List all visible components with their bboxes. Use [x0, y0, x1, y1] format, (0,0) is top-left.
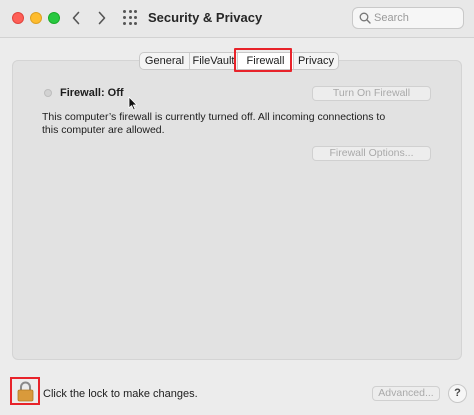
lock-icon	[17, 381, 34, 402]
mouse-cursor-icon	[128, 96, 138, 111]
minimize-window-button[interactable]	[30, 12, 42, 24]
show-all-grid-icon[interactable]	[123, 10, 139, 26]
search-field[interactable]	[352, 7, 464, 29]
turn-on-firewall-button[interactable]: Turn On Firewall	[312, 86, 431, 101]
firewall-description: This computer’s firewall is currently tu…	[42, 111, 386, 136]
firewall-options-button[interactable]: Firewall Options...	[312, 146, 431, 161]
chevron-right-icon	[98, 11, 106, 25]
forward-button[interactable]	[92, 8, 112, 28]
zoom-window-button[interactable]	[48, 12, 60, 24]
search-icon	[359, 12, 371, 24]
firewall-status-label: Firewall: Off	[60, 87, 124, 99]
firewall-tab-highlight	[234, 48, 292, 72]
help-button[interactable]: ?	[448, 384, 467, 403]
lock-button[interactable]	[10, 377, 40, 405]
window-title: Security & Privacy	[148, 10, 263, 25]
close-window-button[interactable]	[12, 12, 24, 24]
tab-filevault[interactable]: FileVault	[190, 53, 238, 69]
tab-privacy[interactable]: Privacy	[294, 53, 338, 69]
title-bar: Security & Privacy	[0, 0, 474, 38]
advanced-button[interactable]: Advanced...	[372, 386, 440, 401]
firewall-panel	[12, 60, 462, 360]
chevron-left-icon	[72, 11, 80, 25]
firewall-status-indicator	[44, 89, 52, 97]
back-button[interactable]	[66, 8, 86, 28]
search-input[interactable]	[374, 10, 460, 26]
tab-general[interactable]: General	[140, 53, 190, 69]
lock-instruction-text: Click the lock to make changes.	[43, 388, 198, 400]
